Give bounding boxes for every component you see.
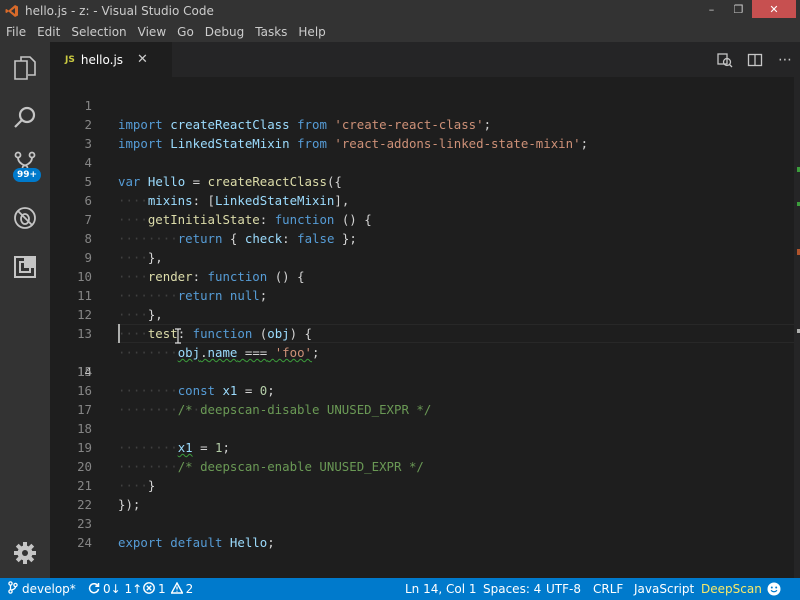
open-changes-icon[interactable] [710,52,740,68]
close-window-button[interactable]: ✕ [752,0,796,18]
code-line: 12 ····test: function (obj) { [50,286,800,341]
indentation[interactable]: Spaces: 4 [483,578,541,600]
line-endings[interactable]: CRLF [593,578,623,600]
problems-status[interactable]: 1 2 [143,578,193,600]
deepscan-status[interactable]: DeepScan [701,578,762,600]
branch-status[interactable]: develop* [8,578,76,600]
more-actions-icon[interactable]: ⋯ [770,52,800,68]
scm-badge: 99+ [13,168,42,182]
menu-edit[interactable]: Edit [31,25,65,39]
debug-icon[interactable] [11,204,39,232]
extensions-icon[interactable] [11,253,39,281]
code-line: 10 ········return null; [50,248,800,303]
vscode-logo-icon [4,3,20,19]
tab-hello-js[interactable]: JS hello.js ✕ [50,42,172,77]
git-branch-icon [8,581,18,597]
current-line-highlight [116,324,800,343]
code-line: 21 }); [50,457,800,512]
minimize-button[interactable]: – [698,0,725,18]
text-cursor [118,324,120,343]
code-line: 17 [50,381,800,417]
language-mode[interactable]: JavaScript [634,578,694,600]
error-icon [143,581,155,597]
code-line: 8 ····}, [50,210,800,265]
menu-help[interactable]: Help [292,25,330,39]
editor-tab-bar: JS hello.js ✕ ⋯ [50,42,800,77]
code-line: 4 var Hello = createReactClass({ [50,134,800,189]
menu-debug[interactable]: Debug [199,25,249,39]
code-line: 24 [50,514,800,550]
status-bar: develop* 0↓ 1↑ 1 2 Ln 14, Col 1 Spaces: … [0,578,800,600]
menu-tasks[interactable]: Tasks [249,25,292,39]
feedback-smiley-icon[interactable] [767,578,781,600]
code-line: 7 ········return { check: false }; [50,191,800,246]
window-title: hello.js - z: - Visual Studio Code [25,4,214,18]
code-editor[interactable]: 1 import createReactClass from 'create-r… [50,77,800,578]
overview-ruler[interactable] [794,77,800,578]
cursor-position[interactable]: Ln 14, Col 1 [405,578,477,600]
sync-status[interactable]: 0↓ 1↑ [88,578,142,600]
code-line: 18 ········x1 = 1; [50,400,800,455]
close-tab-icon[interactable]: ✕ [137,52,148,67]
line-number: 24 [77,535,92,550]
settings-gear-icon[interactable] [11,539,39,567]
title-bar: hello.js - z: - Visual Studio Code – ❐ ✕ [0,0,800,22]
code-line: 2 import LinkedStateMixin from 'react-ad… [50,96,800,151]
files-icon[interactable] [11,54,39,82]
code-line: 15 ········const x1 = 0; [50,343,800,398]
code-line: 23 export default Hello; [50,495,800,550]
maximize-button[interactable]: ❐ [725,0,752,18]
menu-selection[interactable]: Selection [65,25,131,39]
activity-bar: 99+ [0,42,50,578]
ibeam-cursor-icon [175,328,181,344]
tab-label: hello.js [80,52,124,67]
js-file-icon: JS [65,54,75,65]
code-line: 20 ····} [50,438,800,493]
code-line: 11 ····}, [50,267,800,322]
sync-icon [88,582,100,597]
encoding[interactable]: UTF-8 [546,578,581,600]
code-line: 19 ········/* deepscan-enable UNUSED_EXP… [50,419,800,474]
menu-view[interactable]: View [132,25,171,39]
code-line-current: 14 ········ [50,324,800,417]
search-icon[interactable] [11,104,39,132]
code-line: 13 ········obj.name === 'foo'; [50,305,800,360]
menu-file[interactable]: File [0,25,31,39]
split-editor-icon[interactable] [740,52,770,68]
code-line: 9 ····render: function () { [50,229,800,284]
code-line: 5 ····mixins: [LinkedStateMixin], [50,153,800,208]
code-line: 16 ········/* deepscan-disable UNUSED_EX… [50,362,800,417]
code-line: 3 [50,115,800,151]
menu-go[interactable]: Go [171,25,199,39]
code-line: 22 [50,476,800,512]
warning-icon [169,581,184,597]
menu-bar: File Edit Selection View Go Debug Tasks … [0,22,800,42]
code-line: 1 import createReactClass from 'create-r… [50,77,800,132]
code-line: 6 ····getInitialState: function () { [50,172,800,227]
